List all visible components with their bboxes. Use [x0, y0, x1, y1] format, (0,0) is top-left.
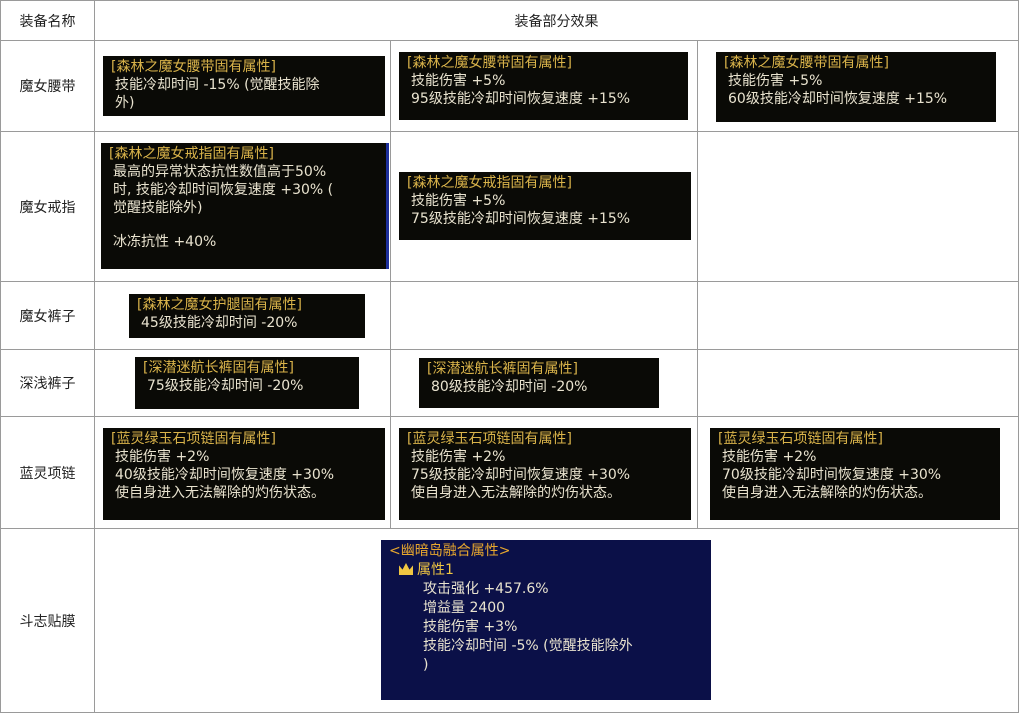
tooltip-line: 60级技能冷却时间恢复速度 +15%	[728, 91, 948, 107]
tooltip-line: 时, 技能冷却时间恢复速度 +30% (	[113, 182, 334, 198]
pants-effect-cell-3-empty	[696, 281, 1019, 350]
deep-pants-effect-cell-1: [深潜迷航长裤固有属性] 75级技能冷却时间 -20%	[94, 349, 391, 417]
belt-effect-cell-1: [森林之魔女腰带固有属性] 技能冷却时间 -15% (觉醒技能除 外)	[94, 40, 391, 132]
tooltip-title: <幽暗岛融合属性>	[389, 543, 511, 559]
tooltip-title: [深潜迷航长裤固有属性]	[427, 361, 578, 377]
tooltip-line: 技能伤害 +2%	[411, 449, 506, 465]
tooltip-subtitle: 属性1	[389, 561, 703, 580]
tooltip-line: )	[423, 657, 429, 673]
tooltip-title: [森林之魔女护腿固有属性]	[137, 297, 302, 313]
crown-icon	[399, 563, 413, 575]
ring-tooltip-2: [森林之魔女戒指固有属性] 技能伤害 +5% 75级技能冷却时间恢复速度 +15…	[399, 172, 691, 240]
tooltip-line: 使自身进入无法解除的灼伤状态。	[722, 485, 932, 501]
necklace-tooltip-2: [蓝灵绿玉石项链固有属性] 技能伤害 +2% 75级技能冷却时间恢复速度 +30…	[399, 428, 691, 520]
deep-pants-tooltip-1: [深潜迷航长裤固有属性] 75级技能冷却时间 -20%	[135, 357, 359, 409]
tooltip-title: [森林之魔女腰带固有属性]	[111, 59, 276, 75]
tooltip-line: 70级技能冷却时间恢复速度 +30%	[722, 467, 942, 483]
tooltip-line: 95级技能冷却时间恢复速度 +15%	[411, 91, 631, 107]
necklace-effect-cell-3: [蓝灵绿玉石项链固有属性] 技能伤害 +2% 70级技能冷却时间恢复速度 +30…	[696, 416, 1019, 529]
row-name-emblem: 斗志贴膜	[0, 528, 95, 713]
tooltip-line: 40级技能冷却时间恢复速度 +30%	[115, 467, 335, 483]
tooltip-line: 技能伤害 +3%	[423, 619, 518, 635]
pants-effect-cell-2-empty	[390, 281, 698, 350]
pants-effect-cell-1: [森林之魔女护腿固有属性] 45级技能冷却时间 -20%	[94, 281, 391, 350]
tooltip-line: 技能伤害 +5%	[728, 73, 823, 89]
header-equipment-effect: 装备部分效果	[93, 0, 1019, 41]
tooltip-line: 80级技能冷却时间 -20%	[431, 379, 588, 395]
tooltip-title: [森林之魔女腰带固有属性]	[407, 55, 572, 71]
tooltip-line: 觉醒技能除外)	[113, 200, 203, 216]
tooltip-line: 技能冷却时间 -15% (觉醒技能除	[115, 77, 320, 93]
row-name-necklace: 蓝灵项链	[0, 416, 95, 529]
ring-tooltip-1: [森林之魔女戒指固有属性] 最高的异常状态抗性数值高于50% 时, 技能冷却时间…	[101, 143, 389, 269]
tooltip-line: 技能伤害 +2%	[115, 449, 210, 465]
belt-effect-cell-3: [森林之魔女腰带固有属性] 技能伤害 +5% 60级技能冷却时间恢复速度 +15…	[696, 40, 1019, 132]
tooltip-line: 75级技能冷却时间恢复速度 +15%	[411, 211, 631, 227]
necklace-tooltip-1: [蓝灵绿玉石项链固有属性] 技能伤害 +2% 40级技能冷却时间恢复速度 +30…	[103, 428, 385, 520]
row-name-deep-pants: 深浅裤子	[0, 349, 95, 417]
tooltip-line: 45级技能冷却时间 -20%	[141, 315, 298, 331]
ring-effect-cell-2: [森林之魔女戒指固有属性] 技能伤害 +5% 75级技能冷却时间恢复速度 +15…	[390, 131, 698, 282]
tooltip-line: 75级技能冷却时间 -20%	[147, 378, 304, 394]
tooltip-title: [森林之魔女腰带固有属性]	[724, 55, 889, 71]
tooltip-line: 最高的异常状态抗性数值高于50%	[113, 164, 327, 180]
tooltip-title: [森林之魔女戒指固有属性]	[109, 146, 274, 162]
tooltip-line: 攻击强化 +457.6%	[423, 581, 549, 597]
pants-tooltip-1: [森林之魔女护腿固有属性] 45级技能冷却时间 -20%	[129, 294, 365, 338]
belt-tooltip-2: [森林之魔女腰带固有属性] 技能伤害 +5% 95级技能冷却时间恢复速度 +15…	[399, 52, 688, 120]
tooltip-line: 外)	[115, 95, 135, 111]
tooltip-line: 增益量 2400	[423, 600, 506, 616]
tooltip-title: [深潜迷航长裤固有属性]	[143, 360, 294, 376]
tooltip-line: 冰冻抗性 +40%	[113, 234, 217, 250]
tooltip-line: 技能伤害 +5%	[411, 193, 506, 209]
deep-pants-tooltip-2: [深潜迷航长裤固有属性] 80级技能冷却时间 -20%	[419, 358, 659, 408]
tooltip-title: [蓝灵绿玉石项链固有属性]	[718, 431, 883, 447]
tooltip-title: [蓝灵绿玉石项链固有属性]	[111, 431, 276, 447]
emblem-tooltip: <幽暗岛融合属性> 属性1 攻击强化 +457.6% 增益量 2400 技能伤害…	[381, 540, 711, 700]
ring-effect-cell-3-empty	[696, 131, 1019, 282]
tooltip-line: 75级技能冷却时间恢复速度 +30%	[411, 467, 631, 483]
tooltip-line: 使自身进入无法解除的灼伤状态。	[115, 485, 325, 501]
deep-pants-effect-cell-3-empty	[696, 349, 1019, 417]
tooltip-line: 技能伤害 +2%	[722, 449, 817, 465]
tooltip-title: [森林之魔女戒指固有属性]	[407, 175, 572, 191]
tooltip-line: 使自身进入无法解除的灼伤状态。	[411, 485, 621, 501]
row-name-belt: 魔女腰带	[0, 40, 95, 132]
row-name-pants: 魔女裤子	[0, 281, 95, 350]
necklace-tooltip-3: [蓝灵绿玉石项链固有属性] 技能伤害 +2% 70级技能冷却时间恢复速度 +30…	[710, 428, 1000, 520]
belt-tooltip-1: [森林之魔女腰带固有属性] 技能冷却时间 -15% (觉醒技能除 外)	[103, 56, 385, 116]
necklace-effect-cell-2: [蓝灵绿玉石项链固有属性] 技能伤害 +2% 75级技能冷却时间恢复速度 +30…	[390, 416, 698, 529]
tooltip-title: [蓝灵绿玉石项链固有属性]	[407, 431, 572, 447]
header-equipment-name: 装备名称	[0, 0, 95, 41]
ring-effect-cell-1: [森林之魔女戒指固有属性] 最高的异常状态抗性数值高于50% 时, 技能冷却时间…	[94, 131, 391, 282]
belt-effect-cell-2: [森林之魔女腰带固有属性] 技能伤害 +5% 95级技能冷却时间恢复速度 +15…	[390, 40, 698, 132]
emblem-effect-cell: <幽暗岛融合属性> 属性1 攻击强化 +457.6% 增益量 2400 技能伤害…	[93, 528, 1019, 713]
equipment-table: 装备名称 装备部分效果 魔女腰带 [森林之魔女腰带固有属性] 技能冷却时间 -1…	[0, 0, 1019, 713]
row-name-ring: 魔女戒指	[0, 131, 95, 282]
necklace-effect-cell-1: [蓝灵绿玉石项链固有属性] 技能伤害 +2% 40级技能冷却时间恢复速度 +30…	[94, 416, 391, 529]
belt-tooltip-3: [森林之魔女腰带固有属性] 技能伤害 +5% 60级技能冷却时间恢复速度 +15…	[716, 52, 996, 122]
tooltip-line: 技能伤害 +5%	[411, 73, 506, 89]
tooltip-line: 技能冷却时间 -5% (觉醒技能除外	[423, 638, 633, 654]
deep-pants-effect-cell-2: [深潜迷航长裤固有属性] 80级技能冷却时间 -20%	[390, 349, 698, 417]
